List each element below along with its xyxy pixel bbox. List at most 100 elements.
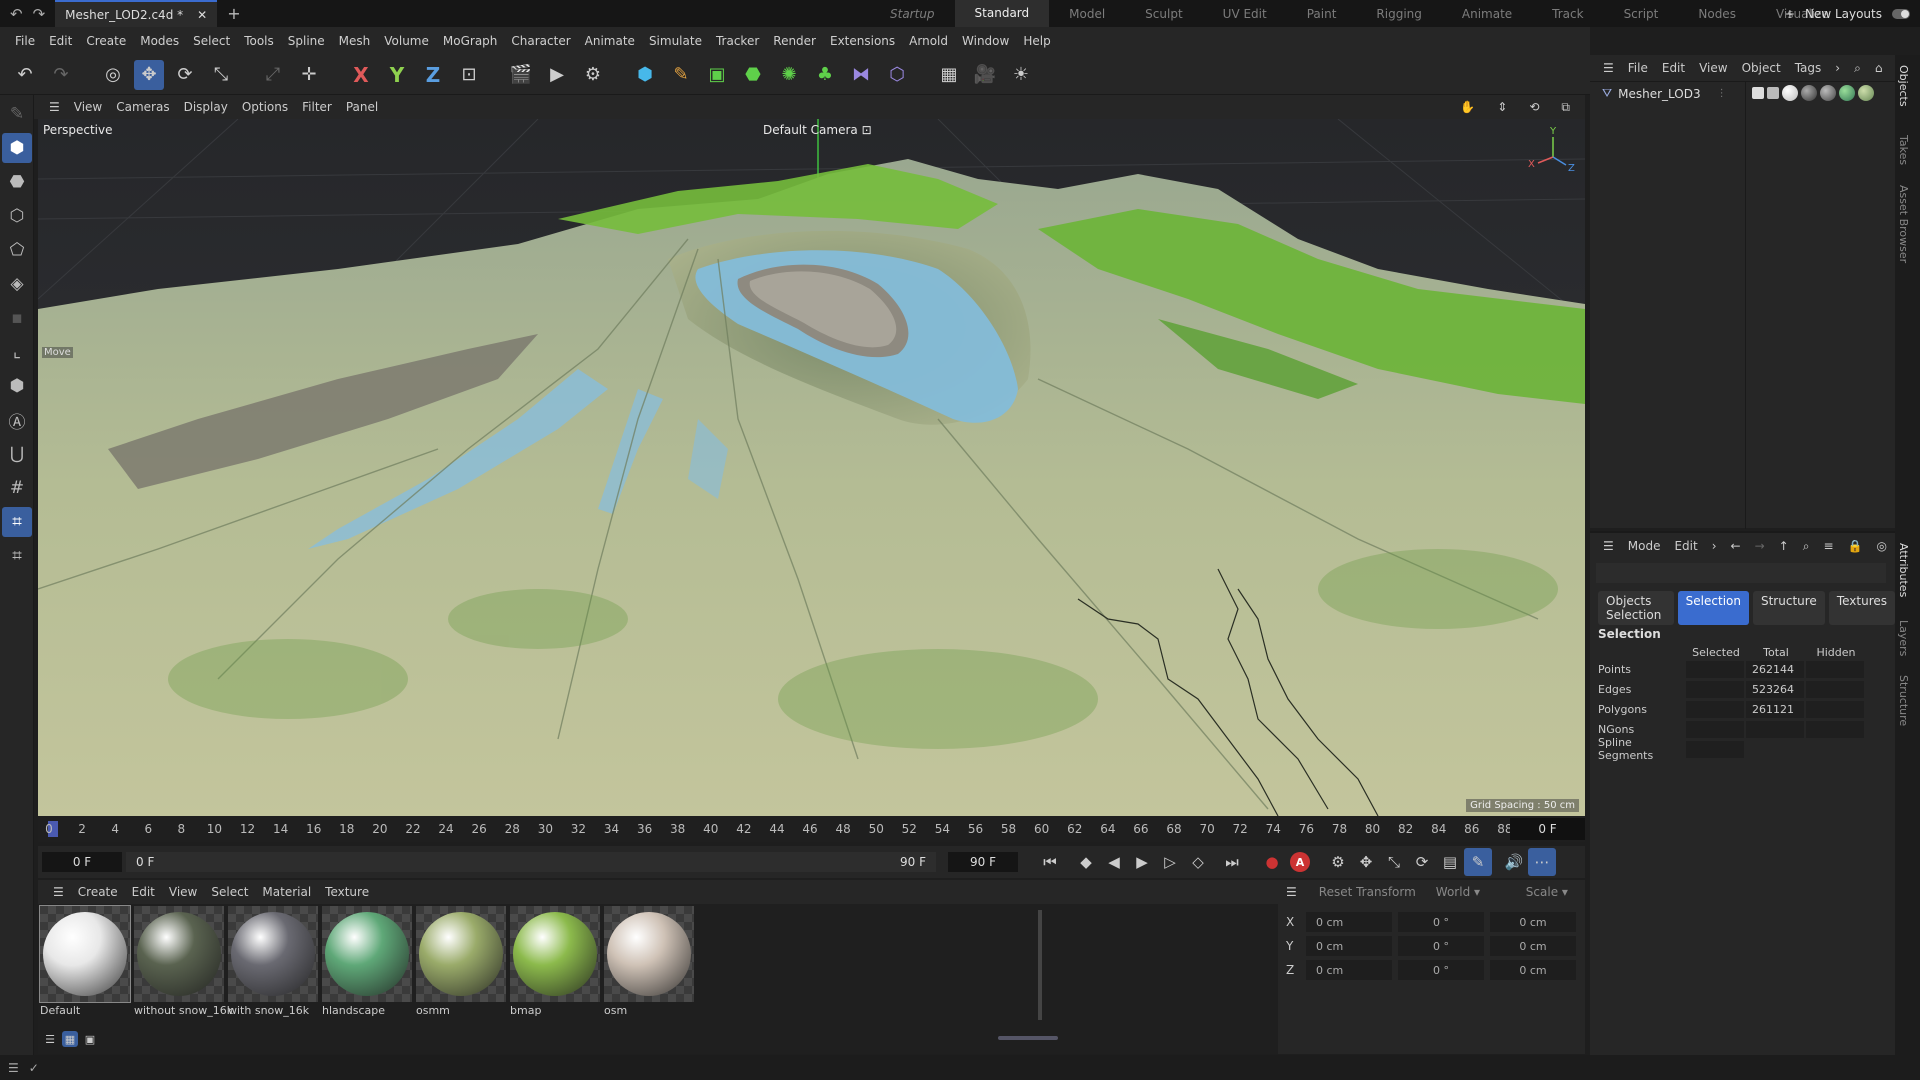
go-to-start-icon[interactable]: ⏮ [1036,848,1064,876]
position-field[interactable]: 0 cm [1306,912,1392,932]
menu-tools[interactable]: Tools [237,34,281,48]
viewport-menu-options[interactable]: Options [235,100,295,114]
close-tab-icon[interactable]: ✕ [197,8,207,22]
visibility-dots-icon[interactable]: ⋮ [1717,88,1727,99]
subdivision-generator-icon[interactable]: ▣ [702,60,732,90]
objects-home-icon[interactable]: ⌂ [1868,61,1890,75]
side-tab-layers[interactable]: Layers [1897,620,1910,656]
go-to-end-icon[interactable]: ⏭ [1218,848,1246,876]
timeline-settings-icon[interactable]: ⋯ [1528,848,1556,876]
position-field[interactable]: 0 cm [1306,936,1392,956]
material-label[interactable]: osm [604,1004,694,1017]
keyframe-selection-icon[interactable]: ⚙ [1324,848,1352,876]
rotate-tool-icon[interactable]: ⟳ [170,60,200,90]
coordinate-space-select[interactable]: World ▾ [1436,885,1516,899]
layout-tab-sculpt[interactable]: Sculpt [1125,7,1202,21]
end-frame-field[interactable]: 90 F [948,852,1018,872]
material-menu-select[interactable]: Select [204,885,255,899]
forward-arrow-icon[interactable]: → [1748,539,1772,553]
cloner-icon[interactable]: ✺ [774,60,804,90]
material-menu-texture[interactable]: Texture [318,885,376,899]
dolly-view-icon[interactable]: ⇕ [1490,100,1514,115]
attributes-search-icon[interactable]: ⌕ [1796,539,1817,554]
material-swatch[interactable]: without snow_16k [134,906,233,1017]
key-parameter-icon[interactable]: ▤ [1436,848,1464,876]
layout-tab-nodes[interactable]: Nodes [1678,7,1756,21]
attribute-tab-objects-selection[interactable]: Objects Selection [1598,591,1674,625]
deformer-icon[interactable]: ⧓ [846,60,876,90]
material-scrollbar[interactable] [1038,910,1042,1020]
menu-animate[interactable]: Animate [578,34,642,48]
coordinates-hamburger-icon[interactable]: ☰ [1286,885,1297,899]
render-view-icon[interactable]: 🎬 [506,60,536,90]
layout-tab-uv-edit[interactable]: UV Edit [1203,7,1287,21]
material-label[interactable]: Default [40,1004,130,1017]
animation-mode-icon[interactable]: Ⓐ [2,405,32,435]
viewport-menu-panel[interactable]: Panel [339,100,385,114]
key-position-icon[interactable]: ✥ [1352,848,1380,876]
key-scale-icon[interactable]: ⤡ [1380,848,1408,876]
previous-frame-icon[interactable]: ◀ [1100,848,1128,876]
attribute-tab-structure[interactable]: Structure [1752,591,1825,625]
lock-x-axis-button[interactable]: X [346,60,376,90]
attributes-hamburger-icon[interactable]: ☰ [1596,539,1621,553]
field-icon[interactable]: ⬡ [882,60,912,90]
rotation-field[interactable]: 0 ° [1398,936,1484,956]
grid-view-icon[interactable]: ▦ [62,1031,78,1047]
scale-field[interactable]: 0 cm [1490,912,1576,932]
pan-view-icon[interactable]: ✋ [1453,100,1482,115]
material-tag-withsnow-icon[interactable] [1820,85,1836,101]
more-menu-icon[interactable]: › [1828,61,1847,75]
menu-mograph[interactable]: MoGraph [436,34,505,48]
model-mode-icon[interactable]: ⬢ [2,133,32,163]
side-tab-takes[interactable]: Takes [1897,135,1910,165]
autokey-icon[interactable]: A [1290,852,1310,872]
layout-tab-track[interactable]: Track [1532,7,1603,21]
menu-window[interactable]: Window [955,34,1016,48]
material-swatch[interactable]: Default [39,905,131,1017]
extrude-generator-icon[interactable]: ⬣ [738,60,768,90]
status-menu-icon[interactable]: ☰ [8,1061,19,1075]
material-menu-edit[interactable]: Edit [125,885,162,899]
new-layouts-label[interactable]: New Layouts [1805,7,1882,21]
side-tab-objects[interactable]: Objects [1897,65,1910,107]
material-tag-default-icon[interactable] [1782,85,1798,101]
objects-menu-view[interactable]: View [1692,61,1734,75]
move-tool-icon[interactable]: ✥ [134,59,164,90]
viewport-hamburger-icon[interactable]: ☰ [42,100,67,114]
menu-file[interactable]: File [8,34,42,48]
floor-icon[interactable]: ▦ [934,60,964,90]
workplane-icon[interactable]: ⌗ [2,507,32,537]
start-frame-field[interactable]: 0 F [42,852,122,872]
material-hamburger-icon[interactable]: ☰ [46,885,71,899]
key-pla-icon[interactable]: ✎ [1464,848,1492,876]
side-tab-structure[interactable]: Structure [1897,675,1910,726]
attributes-settings-icon[interactable]: ◎ [1869,539,1893,553]
next-frame-icon[interactable]: ▷ [1156,848,1184,876]
material-menu-create[interactable]: Create [71,885,125,899]
axis-mode-icon[interactable]: ⌞ [2,337,32,367]
light-icon[interactable]: ☀ [1006,60,1036,90]
attributes-menu-mode[interactable]: Mode [1621,539,1668,553]
layout-tab-standard[interactable]: Standard [954,0,1050,27]
viewport-menu-display[interactable]: Display [177,100,235,114]
redo-icon[interactable]: ↷ [46,60,76,90]
points-mode-icon[interactable]: ⬡ [2,201,32,231]
attributes-more-icon[interactable]: › [1705,539,1724,553]
attributes-filter-icon[interactable]: ≡ [1816,539,1840,553]
viewport-menu-filter[interactable]: Filter [295,100,339,114]
previous-key-icon[interactable]: ◆ [1072,848,1100,876]
material-label[interactable]: without snow_16k [134,1004,233,1017]
objects-hamburger-icon[interactable]: ☰ [1596,61,1621,75]
uvw-tag-icon[interactable] [1767,87,1779,99]
menu-mesh[interactable]: Mesh [332,34,378,48]
side-tab-attributes[interactable]: Attributes [1897,543,1910,597]
locked-workplane-icon[interactable]: ⌗ [2,541,32,571]
render-settings-icon[interactable]: ⚙ [578,60,608,90]
viewport-camera-label[interactable]: Default Camera ⊡ [763,123,872,137]
material-menu-material[interactable]: Material [255,885,318,899]
menu-edit[interactable]: Edit [42,34,79,48]
lock-y-axis-button[interactable]: Y [382,60,412,90]
add-layout-icon[interactable]: + [1785,7,1795,21]
grid-snap-icon[interactable]: # [2,473,32,503]
